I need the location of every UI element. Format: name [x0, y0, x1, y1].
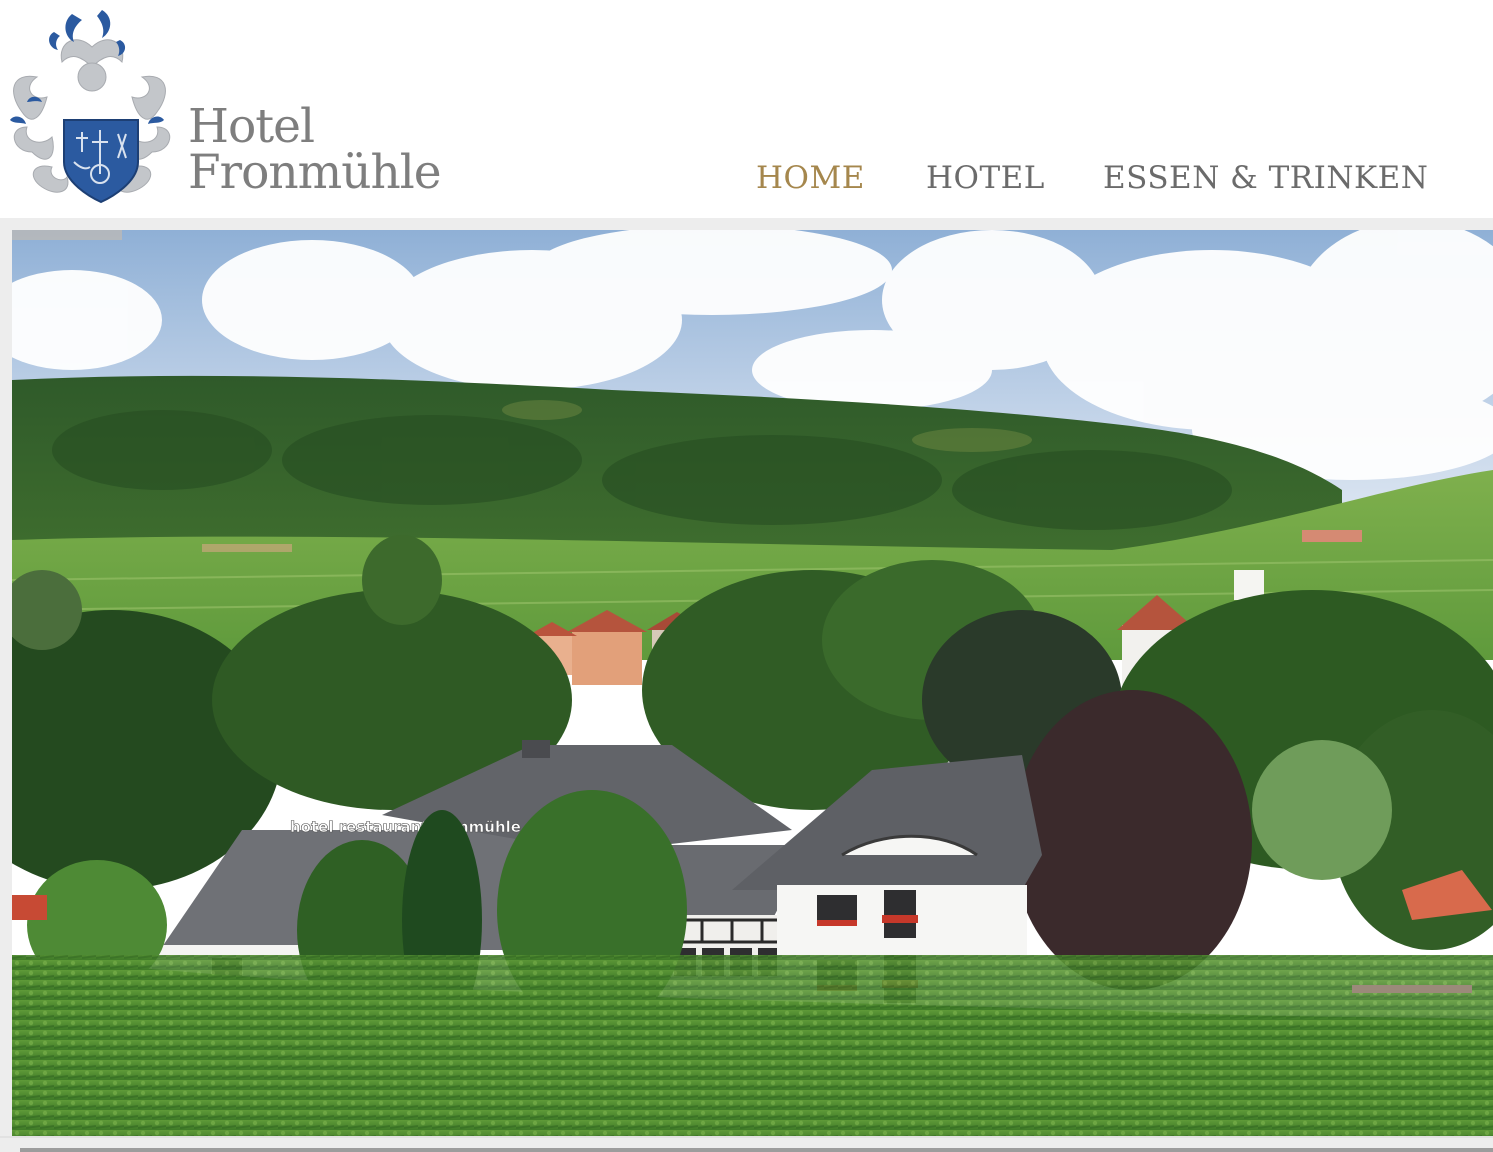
building-sign: hotel restaurant fronmühle: [290, 818, 521, 836]
header-divider: [0, 218, 1493, 230]
hero-image: hotel restaurant fronmühle: [12, 230, 1493, 1136]
logo-line-1: Hotel: [188, 99, 315, 154]
nav-item-hotel[interactable]: HOTEL: [926, 158, 1045, 198]
hero-slideshow[interactable]: hotel restaurant fronmühle: [12, 230, 1493, 1136]
nav-item-home[interactable]: HOME: [756, 158, 865, 198]
slider-progress-indicator: [12, 230, 122, 240]
main-navigation: HOME HOTEL ESSEN & TRINKEN: [0, 158, 1493, 198]
content-frame-edge: [0, 218, 12, 1152]
content-frame-bottom: [0, 1136, 1493, 1152]
nav-item-essen-trinken[interactable]: ESSEN & TRINKEN: [1103, 158, 1428, 198]
site-header: Hotel Fronmühle HOME HOTEL ESSEN & TRINK…: [0, 0, 1493, 218]
